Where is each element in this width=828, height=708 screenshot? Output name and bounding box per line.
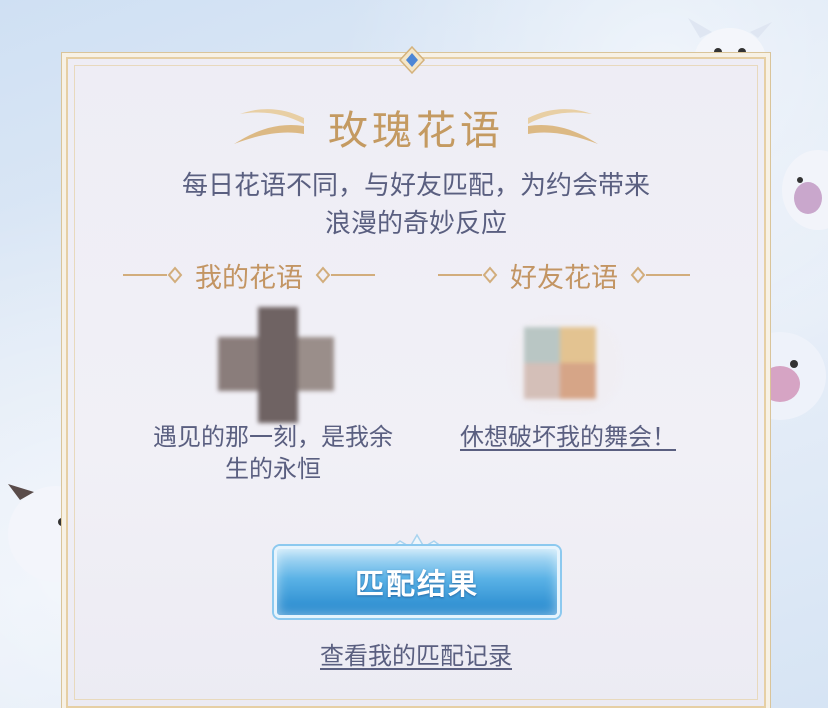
wing-ornament-icon	[234, 109, 304, 144]
friend-flower-language-label: 好友花语	[438, 257, 690, 294]
divider-ornament-icon	[438, 266, 498, 284]
caption-line: 遇见的那一刻，是我余	[153, 423, 393, 451]
description-line: 每日花语不同，与好友匹配，为约会带来	[181, 171, 650, 201]
section-label-text: 好友花语	[510, 262, 618, 294]
view-match-history-link[interactable]: 查看我的匹配记录	[68, 636, 764, 671]
friend-avatar-blurred	[510, 307, 630, 423]
divider-ornament-icon	[315, 266, 375, 284]
friend-flower-language-link[interactable]: 休想破坏我的舞会！	[438, 421, 698, 453]
description-line: 浪漫的奇妙反应	[324, 209, 507, 239]
poro-mascot-right-upper	[782, 150, 828, 230]
gem-icon	[398, 46, 426, 74]
my-flower-language-text: 遇见的那一刻，是我余 生的永恒	[138, 421, 408, 485]
wing-ornament-icon	[528, 109, 598, 144]
divider-ornament-icon	[123, 266, 183, 284]
event-description: 每日花语不同，与好友匹配，为约会带来 浪漫的奇妙反应	[108, 167, 724, 243]
my-avatar-blurred	[218, 307, 338, 423]
caption-line: 生的永恒	[225, 455, 321, 483]
title-row: 玫瑰花语	[68, 99, 764, 155]
event-title: 玫瑰花语	[328, 108, 504, 154]
match-result-button[interactable]: 匹配结果	[274, 546, 560, 618]
section-label-text: 我的花语	[195, 262, 303, 294]
event-panel: 玫瑰花语 每日花语不同，与好友匹配，为约会带来 浪漫的奇妙反应 我的花语 好友花…	[66, 57, 766, 708]
divider-ornament-icon	[630, 266, 690, 284]
my-flower-language-label: 我的花语	[123, 257, 375, 294]
